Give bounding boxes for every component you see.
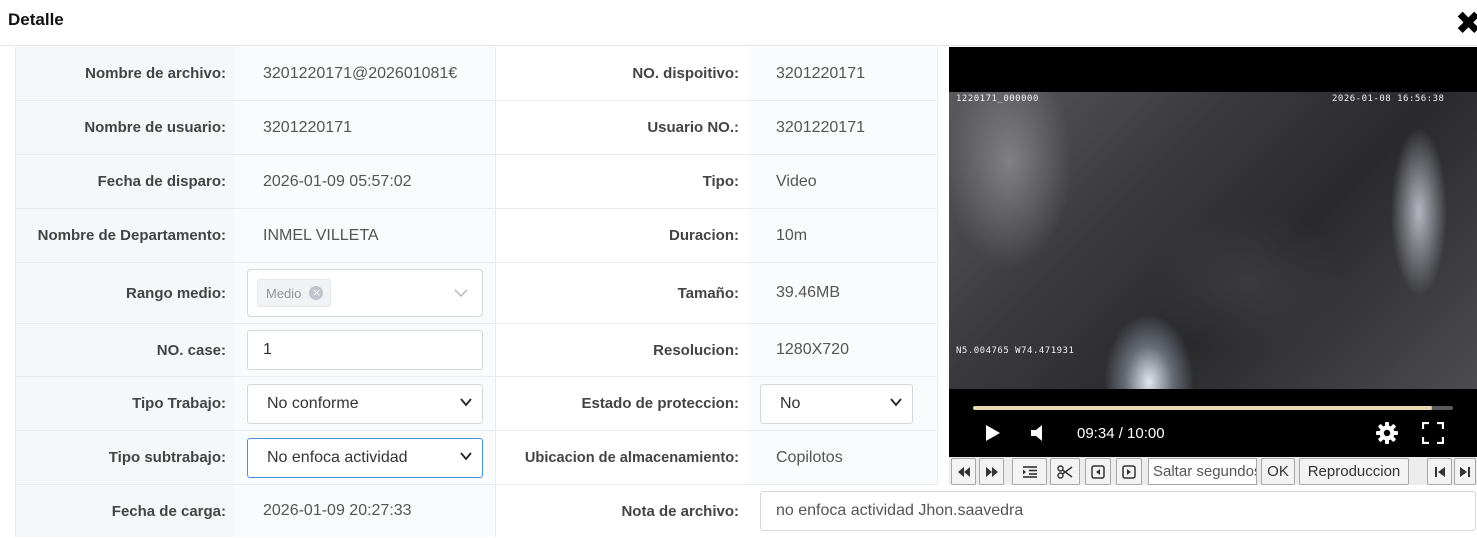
estado-proteccion-select[interactable]: No	[760, 383, 913, 424]
label-no-case: NO. case:	[16, 324, 235, 376]
no-case-input[interactable]: 1	[247, 330, 483, 370]
tipo-subtrabajo-selected: No enfoca actividad	[267, 448, 408, 466]
rango-medio-cell: Medio ×	[235, 263, 496, 323]
tag-remove-icon[interactable]: ×	[309, 286, 324, 300]
estado-proteccion-cell: No	[748, 377, 938, 430]
label-duracion: Duracion:	[496, 209, 748, 262]
value-usuario-no: 3201220171	[748, 101, 938, 154]
seek-seconds-input[interactable]: Saltar segundos	[1148, 458, 1257, 485]
time-display: 09:34 / 10:00	[1077, 425, 1165, 442]
progress-fill	[973, 406, 1433, 410]
chevron-down-icon	[890, 397, 902, 406]
detail-row: Nombre de Departamento: INMEL VILLETA Du…	[15, 209, 938, 263]
detail-row: Tipo Trabajo: No conforme Estado de prot…	[15, 377, 938, 431]
scissors-icon[interactable]	[1050, 458, 1080, 485]
detail-row: Rango medio: Medio × Tamaño: 39.46MB	[15, 263, 938, 324]
overlay-gps: N5.004765 W74.471931	[956, 346, 1075, 356]
label-departamento: Nombre de Departamento:	[16, 209, 235, 262]
label-fecha-carga: Fecha de carga:	[16, 485, 235, 537]
label-tipo-subtrabajo: Tipo subtrabajo:	[16, 431, 235, 484]
tipo-trabajo-selected: No conforme	[267, 394, 359, 412]
value-tamano: 39.46MB	[748, 263, 938, 323]
label-fecha-disparo: Fecha de disparo:	[16, 155, 235, 208]
value-ubicacion: Copilotos	[748, 431, 938, 484]
ok-button[interactable]: OK	[1261, 458, 1295, 485]
fast-forward-icon[interactable]	[979, 458, 1004, 485]
rewind-icon[interactable]	[951, 458, 976, 485]
chevron-down-icon	[454, 289, 468, 297]
settings-icon[interactable]	[1375, 421, 1399, 445]
video-frame[interactable]	[949, 92, 1477, 389]
label-rango-medio: Rango medio:	[16, 263, 235, 323]
dialog-header: Detalle ✖	[0, 0, 1477, 46]
playback-button[interactable]: Reproduccion	[1299, 458, 1409, 485]
skip-start-icon[interactable]	[1427, 458, 1452, 485]
value-no-dispositivo: 3201220171	[748, 47, 938, 100]
label-nota-archivo: Nota de archivo:	[496, 485, 748, 537]
play-icon[interactable]	[984, 423, 1002, 443]
overlay-device-id: 1220171_000000	[956, 94, 1039, 104]
detail-row: NO. case: 1 Resolucion: 1280X720	[15, 324, 938, 377]
estado-proteccion-selected: No	[780, 394, 801, 412]
rango-medio-multiselect[interactable]: Medio ×	[247, 269, 483, 317]
detail-row: Tipo subtrabajo: No enfoca actividad Ubi…	[15, 431, 938, 485]
tag-label: Medio	[266, 285, 302, 301]
detail-row: Fecha de disparo: 2026-01-09 05:57:02 Ti…	[15, 155, 938, 209]
value-fecha-carga: 2026-01-09 20:27:33	[235, 485, 496, 537]
nota-archivo-input[interactable]: no enfoca actividad Jhon.saavedra	[760, 491, 1476, 531]
label-resolucion: Resolucion:	[496, 324, 748, 376]
label-tipo-trabajo: Tipo Trabajo:	[16, 377, 235, 430]
video-player[interactable]: 1220171_000000 2026-01-08 16:56:38 N5.00…	[949, 47, 1477, 457]
list-indent-icon[interactable]	[1012, 458, 1047, 485]
value-fecha-disparo: 2026-01-09 05:57:02	[235, 155, 496, 208]
player-toolbar: Saltar segundos OK Reproduccion	[949, 457, 1477, 485]
tipo-subtrabajo-select[interactable]: No enfoca actividad	[247, 437, 483, 478]
label-tamano: Tamaño:	[496, 263, 748, 323]
value-resolucion: 1280X720	[748, 324, 938, 376]
label-usuario-no: Usuario NO.:	[496, 101, 748, 154]
chevron-down-icon	[460, 451, 472, 460]
value-nombre-archivo: 3201220171@202601081€	[235, 47, 496, 100]
tipo-trabajo-select[interactable]: No conforme	[247, 383, 483, 424]
close-icon[interactable]: ✖	[1455, 7, 1477, 40]
label-ubicacion: Ubicacion de almacenamiento:	[496, 431, 748, 484]
label-tipo: Tipo:	[496, 155, 748, 208]
label-no-dispositivo: NO. dispoitivo:	[496, 47, 748, 100]
detail-form: Nombre de archivo: 3201220171@202601081€…	[15, 47, 938, 537]
dialog-title: Detalle	[8, 10, 64, 29]
no-case-cell: 1	[235, 324, 496, 376]
volume-icon[interactable]	[1029, 423, 1047, 443]
label-nombre-archivo: Nombre de archivo:	[16, 47, 235, 100]
overlay-datetime: 2026-01-08 16:56:38	[1332, 94, 1445, 104]
detail-row: Nombre de archivo: 3201220171@202601081€…	[15, 47, 938, 101]
selected-tag: Medio ×	[257, 279, 332, 307]
tipo-subtrabajo-cell: No enfoca actividad	[235, 431, 496, 484]
label-nombre-usuario: Nombre de usuario:	[16, 101, 235, 154]
value-departamento: INMEL VILLETA	[235, 209, 496, 262]
progress-bar[interactable]	[973, 406, 1453, 410]
detail-row: Nombre de usuario: 3201220171 Usuario NO…	[15, 101, 938, 155]
value-tipo: Video	[748, 155, 938, 208]
frame-back-icon[interactable]	[1085, 458, 1111, 485]
value-duracion: 10m	[748, 209, 938, 262]
value-nombre-usuario: 3201220171	[235, 101, 496, 154]
skip-end-icon[interactable]	[1454, 458, 1476, 485]
label-estado-proteccion: Estado de proteccion:	[496, 377, 748, 430]
tipo-trabajo-cell: No conforme	[235, 377, 496, 430]
chevron-down-icon	[460, 397, 472, 406]
fullscreen-icon[interactable]	[1422, 422, 1444, 444]
frame-forward-icon[interactable]	[1116, 458, 1142, 485]
